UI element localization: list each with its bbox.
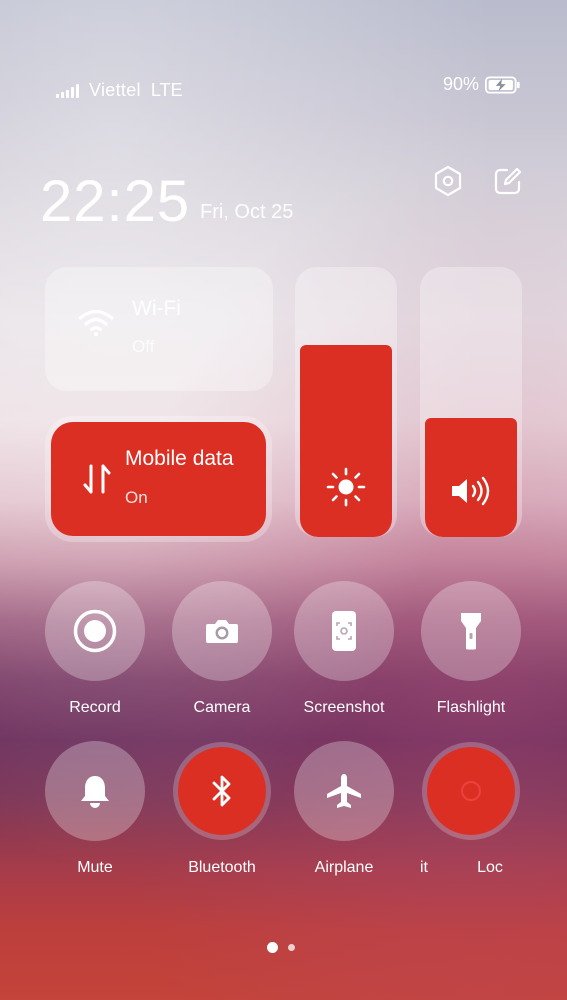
- mobile-data-title: Mobile data: [125, 447, 234, 470]
- page-dot-active[interactable]: [267, 942, 278, 953]
- toggle-label: Camera: [193, 699, 251, 716]
- brightness-level-fill: [300, 345, 392, 537]
- signal-strength-icon: [56, 83, 79, 98]
- toggle-label: Loc: [477, 859, 503, 876]
- screenshot-toggle[interactable]: [294, 581, 394, 681]
- data-transfer-icon: [83, 464, 111, 494]
- toggle-label: Mute: [77, 859, 113, 876]
- wifi-title: Wi-Fi: [132, 297, 181, 320]
- status-bar-right: 90%: [443, 74, 521, 95]
- toggle-label: Bluetooth: [188, 859, 256, 876]
- mobile-data-state: On: [125, 488, 148, 507]
- page-indicator: [267, 942, 295, 953]
- faded-toggle-icon: [461, 781, 481, 801]
- battery-percent: 90%: [442, 74, 479, 94]
- wifi-tile[interactable]: Wi-Fi Off: [45, 267, 273, 391]
- clock-time: 22:25: [40, 169, 191, 234]
- volume-slider[interactable]: [420, 267, 522, 537]
- camera-toggle[interactable]: [172, 581, 272, 681]
- toggle-label: Flashlight: [436, 699, 506, 716]
- bell-icon: [81, 776, 109, 808]
- wifi-state: Off: [132, 337, 155, 356]
- clock-date: Fri, Oct 25: [200, 201, 294, 223]
- airplane-toggle[interactable]: [294, 741, 394, 841]
- mute-toggle[interactable]: [45, 741, 145, 841]
- camera-icon: [206, 620, 238, 643]
- airplane-icon: [327, 774, 361, 808]
- network-type: LTE: [150, 80, 183, 100]
- status-bar-left: Viettel LTE: [56, 80, 183, 101]
- partial-toggle-active[interactable]: [427, 747, 515, 835]
- speaker-icon: [452, 476, 490, 506]
- brightness-slider[interactable]: [295, 267, 397, 537]
- toggle-label: Screenshot: [303, 699, 385, 716]
- page-dot[interactable]: [288, 944, 295, 951]
- screenshot-icon: [332, 611, 356, 651]
- sun-icon: [326, 467, 366, 507]
- flashlight-icon: [461, 613, 481, 650]
- mobile-data-tile[interactable]: Mobile data On: [51, 422, 266, 536]
- edit-icon[interactable]: [490, 163, 526, 199]
- record-toggle[interactable]: [45, 581, 145, 681]
- carrier-name: Viettel: [89, 80, 141, 100]
- flashlight-toggle[interactable]: [421, 581, 521, 681]
- bluetooth-icon: [212, 775, 231, 807]
- record-icon: [73, 609, 117, 653]
- settings-icon[interactable]: [430, 163, 466, 199]
- wifi-icon: [78, 309, 114, 336]
- bluetooth-toggle[interactable]: [178, 747, 266, 835]
- toggle-label: Record: [69, 699, 121, 716]
- battery-charging-icon: [485, 75, 520, 94]
